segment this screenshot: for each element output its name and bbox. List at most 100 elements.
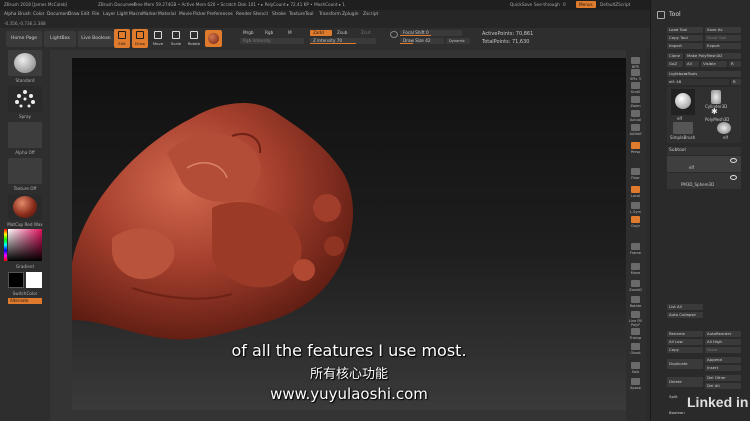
shelf-persp-button[interactable]: Persp	[627, 142, 644, 154]
quicksave-button[interactable]: QuickSave	[510, 2, 532, 7]
subtool-row-sphere[interactable]: PM3D_Sphere3D	[667, 173, 741, 189]
menu-macro[interactable]: Macro	[129, 12, 142, 17]
switchcolor-button[interactable]: SwitchColor	[0, 291, 50, 296]
material-swatch[interactable]	[205, 30, 222, 47]
dynamic-toggle[interactable]: Dynamic	[446, 38, 470, 44]
menu-brush[interactable]: Brush	[18, 12, 31, 17]
shelf-xpose-button[interactable]: Xpose	[627, 378, 644, 390]
paste-tool-button[interactable]: Paste Tool	[705, 35, 741, 41]
shelf-aahalf-button[interactable]: AAHalf	[627, 124, 644, 136]
import-button[interactable]: Import	[667, 43, 703, 49]
shelf-zoom-button[interactable]: Zoom	[627, 96, 644, 108]
current-tool-slider[interactable]: elf: 48	[667, 79, 729, 85]
hue-strip[interactable]	[4, 229, 7, 261]
shelf-transp-button[interactable]: Transp	[627, 328, 644, 340]
zsub-toggle[interactable]: Zsub	[334, 30, 354, 36]
menu-movie[interactable]: Movie	[179, 12, 192, 17]
menu-picker[interactable]: Picker	[193, 12, 206, 17]
menu-zplugin[interactable]: Zplugin	[342, 12, 359, 17]
menu-stroke[interactable]: Stroke	[272, 12, 286, 17]
duplicate-button[interactable]: Duplicate	[667, 359, 703, 369]
rgb-intensity-slider[interactable]: Rgb Intensity	[240, 38, 304, 44]
material-thumbnail[interactable]	[8, 194, 42, 220]
subtool-row-elf[interactable]: elf	[667, 156, 741, 172]
gradient-label[interactable]: Gradient	[0, 264, 50, 269]
menu-tool[interactable]: Tool	[305, 12, 314, 17]
del-other-button[interactable]: Del Other	[705, 375, 741, 381]
scale-mode-button[interactable]: Scale	[168, 29, 184, 48]
delete-button[interactable]: Delete	[667, 377, 703, 387]
elf-tool-thumbnail[interactable]	[671, 89, 695, 115]
menu-material[interactable]: Material	[158, 12, 176, 17]
subtool-header[interactable]: Subtool	[667, 147, 741, 155]
export-button[interactable]: Export	[705, 43, 741, 49]
live-boolean-button[interactable]: Live Boolean	[78, 31, 114, 47]
goz-all-button[interactable]: All	[685, 61, 699, 67]
clone-button[interactable]: Clone	[667, 53, 683, 59]
menu-layer[interactable]: Layer	[103, 12, 115, 17]
list-all-button[interactable]: List All	[667, 304, 703, 310]
shelf-move-button[interactable]: Move	[627, 263, 644, 275]
shelf-line-fill-polyf-button[interactable]: Line Fill PolyF	[627, 311, 644, 327]
menu-marker[interactable]: Marker	[142, 12, 157, 17]
copy-tool-button[interactable]: Copy Tool	[667, 35, 703, 41]
menu-render[interactable]: Render	[236, 12, 252, 17]
rgb-toggle[interactable]: Rgb	[262, 30, 282, 36]
z-intensity-slider[interactable]: Z Intensity 70	[310, 38, 376, 44]
main-color-swatch[interactable]	[8, 272, 24, 288]
menu-preferences[interactable]: Preferences	[207, 12, 233, 17]
rename-button[interactable]: Rename	[667, 331, 703, 337]
focal-shift-slider[interactable]: Focal Shift 0	[400, 30, 462, 36]
goz-r-button[interactable]: R	[729, 61, 741, 67]
secondary-color-swatch[interactable]	[26, 272, 42, 288]
seethrough-slider[interactable]: See-through	[534, 2, 560, 7]
current-tool-r-button[interactable]: R	[731, 79, 741, 85]
goz-visible-button[interactable]: Visible	[701, 61, 727, 67]
menu-alpha[interactable]: Alpha	[4, 12, 16, 17]
shelf-l-sym-button[interactable]: L.Sym	[627, 202, 644, 214]
zadd-toggle[interactable]: Zadd	[310, 30, 332, 36]
m-toggle[interactable]: M	[285, 30, 297, 36]
menu-draw[interactable]: Draw	[68, 12, 79, 17]
menus-button[interactable]: Menus	[576, 1, 596, 8]
menu-light[interactable]: Light	[117, 12, 128, 17]
shelf-solo-button[interactable]: Solo	[627, 362, 644, 374]
elf-thumb2-icon[interactable]	[717, 122, 731, 134]
edit-mode-button[interactable]: Edit	[114, 29, 130, 48]
simplebrush-icon[interactable]	[673, 122, 693, 134]
autoreorder-button[interactable]: AutoReorder	[705, 331, 741, 337]
menu-color[interactable]: Color	[33, 12, 44, 17]
move-mode-button[interactable]: Move	[150, 29, 166, 48]
polymesh-star-icon[interactable]: ✱	[711, 108, 721, 116]
eye-icon[interactable]	[730, 158, 737, 163]
zscript-name[interactable]: DefaultZScript	[600, 2, 630, 7]
auto-collapse-button[interactable]: Auto Collapse	[667, 312, 703, 318]
shelf-gxyz-button[interactable]: Gxyz	[627, 216, 644, 228]
alpha-thumbnail[interactable]	[8, 122, 42, 148]
insert-button[interactable]: Insert	[705, 365, 741, 371]
home-page-button[interactable]: Home Page	[6, 31, 42, 47]
make-polymesh-button[interactable]: Make PolyMesh3D	[685, 53, 741, 59]
shelf-rotate-button[interactable]: Rotate	[627, 296, 644, 308]
rotate-mode-button[interactable]: Rotate	[186, 29, 202, 48]
del-all-button[interactable]: Del All	[705, 383, 741, 389]
draw-size-slider[interactable]: Draw Size 42	[400, 38, 444, 44]
mrgb-toggle[interactable]: Mrgb	[240, 30, 262, 36]
shelf-actual-button[interactable]: Actual	[627, 110, 644, 122]
menu-zscript[interactable]: Zscript	[363, 12, 378, 17]
menu-texture[interactable]: Texture	[289, 12, 305, 17]
append-button[interactable]: Append	[705, 357, 741, 363]
draw-mode-button[interactable]: Draw	[132, 29, 148, 48]
shelf-frame-button[interactable]: Frame	[627, 243, 644, 255]
stroke-thumbnail[interactable]	[8, 86, 42, 112]
texture-thumbnail[interactable]	[8, 158, 42, 184]
menu-edit[interactable]: Edit	[81, 12, 90, 17]
menu-stencil[interactable]: Stencil	[253, 12, 268, 17]
goz-button[interactable]: GoZ	[667, 61, 683, 67]
shelf-scroll-button[interactable]: Scroll	[627, 82, 644, 94]
copy-button[interactable]: Copy	[667, 347, 703, 353]
shelf-spix-3-button[interactable]: SPix 3	[627, 69, 644, 81]
lightbox-tools-button[interactable]: Lightbox▸Tools	[667, 71, 741, 77]
brush-thumbnail[interactable]	[8, 50, 42, 76]
lightbox-button[interactable]: LightBox	[44, 31, 76, 47]
